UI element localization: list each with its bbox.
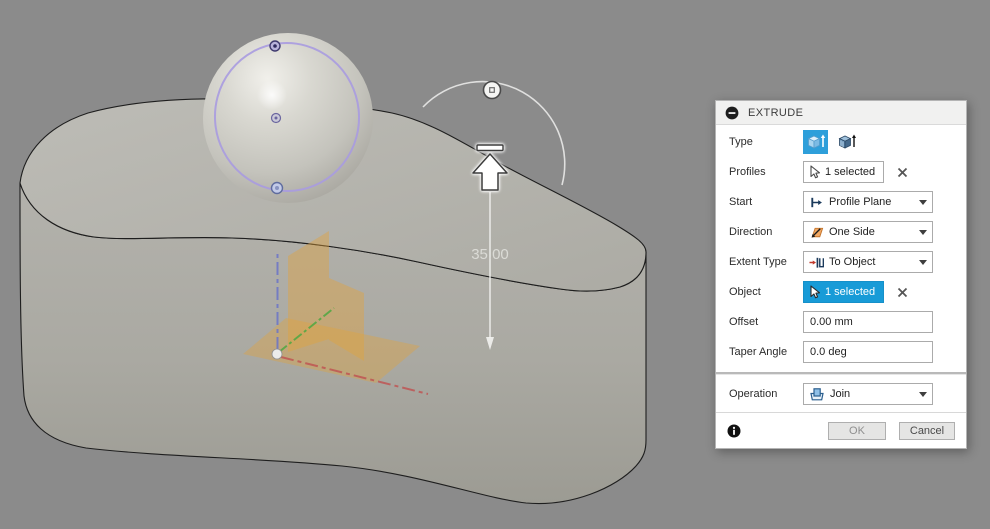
- extrude-solid-icon: [807, 134, 825, 149]
- profiles-selection-button[interactable]: 1 selected: [803, 161, 885, 183]
- x-icon: [897, 167, 907, 177]
- extent-type-row: Extent Type To Object: [716, 247, 966, 277]
- chevron-down-icon: [919, 229, 927, 235]
- profiles-label: Profiles: [729, 166, 766, 178]
- operation-dropdown[interactable]: Join: [803, 383, 933, 405]
- extent-type-dropdown[interactable]: To Object: [803, 251, 933, 273]
- sphere-point-top[interactable]: [269, 40, 281, 52]
- object-row: Object 1 selected: [716, 277, 966, 307]
- profiles-selection-count: 1 selected: [825, 166, 876, 178]
- profiles-clear-button[interactable]: [895, 165, 909, 179]
- start-row: Start Profile Plane: [716, 187, 966, 217]
- extent-type-value: To Object: [829, 256, 876, 268]
- ok-button[interactable]: OK: [828, 421, 886, 440]
- type-row: Type: [716, 127, 966, 157]
- chevron-down-icon: [919, 259, 927, 265]
- direction-value: One Side: [829, 226, 875, 238]
- direction-dropdown[interactable]: One Side: [803, 221, 933, 243]
- cursor-select-icon: [810, 284, 821, 298]
- cursor-select-icon: [810, 164, 821, 178]
- extrude-dialog: EXTRUDE Type Profiles 1 selected Start P…: [715, 100, 967, 449]
- extrude-thin-icon: [838, 134, 856, 149]
- dimension-label[interactable]: 35.00: [471, 246, 509, 263]
- sphere-body[interactable]: [203, 33, 373, 203]
- taper-angle-row: Taper Angle: [716, 337, 966, 367]
- object-selection-button[interactable]: 1 selected: [803, 281, 885, 303]
- type-label: Type: [729, 136, 753, 148]
- one-side-icon: [811, 227, 824, 238]
- info-icon[interactable]: [727, 424, 741, 438]
- object-clear-button[interactable]: [895, 285, 909, 299]
- chevron-down-icon: [919, 199, 927, 205]
- offset-row: Offset: [716, 307, 966, 337]
- chevron-down-icon: [919, 391, 927, 397]
- object-selection-count: 1 selected: [825, 286, 876, 298]
- extrude-solid-button[interactable]: [803, 130, 828, 154]
- operation-row: Operation Join: [716, 379, 966, 409]
- extrude-thin-button[interactable]: [834, 130, 859, 154]
- dialog-header[interactable]: EXTRUDE: [716, 101, 966, 125]
- offset-label: Offset: [729, 316, 759, 328]
- extent-type-label: Extent Type: [729, 256, 787, 268]
- taper-angle-input[interactable]: [803, 341, 933, 363]
- sphere-point-bottom[interactable]: [270, 181, 284, 195]
- start-label: Start: [729, 196, 753, 208]
- taper-angle-label: Taper Angle: [729, 346, 788, 358]
- dialog-footer: OK Cancel: [716, 412, 966, 448]
- x-icon: [897, 287, 907, 297]
- direction-label: Direction: [729, 226, 773, 238]
- profile-plane-icon: [811, 197, 822, 207]
- sphere-highlight: [257, 80, 287, 110]
- start-dropdown[interactable]: Profile Plane: [803, 191, 933, 213]
- to-object-icon: [809, 257, 824, 268]
- join-icon: [810, 388, 824, 401]
- direction-row: Direction One Side: [716, 217, 966, 247]
- profiles-row: Profiles 1 selected: [716, 157, 966, 187]
- section-divider: [716, 372, 966, 375]
- rotate-handle[interactable]: [482, 80, 502, 100]
- cancel-button[interactable]: Cancel: [899, 421, 955, 440]
- start-value: Profile Plane: [829, 196, 892, 208]
- dialog-title: EXTRUDE: [748, 106, 804, 119]
- offset-input[interactable]: [803, 311, 933, 333]
- operation-label: Operation: [729, 388, 778, 400]
- object-label: Object: [729, 286, 761, 298]
- operation-value: Join: [830, 388, 851, 400]
- origin-point: [271, 348, 283, 360]
- sphere-point-center[interactable]: [270, 112, 282, 124]
- minus-circle-icon[interactable]: [725, 106, 739, 120]
